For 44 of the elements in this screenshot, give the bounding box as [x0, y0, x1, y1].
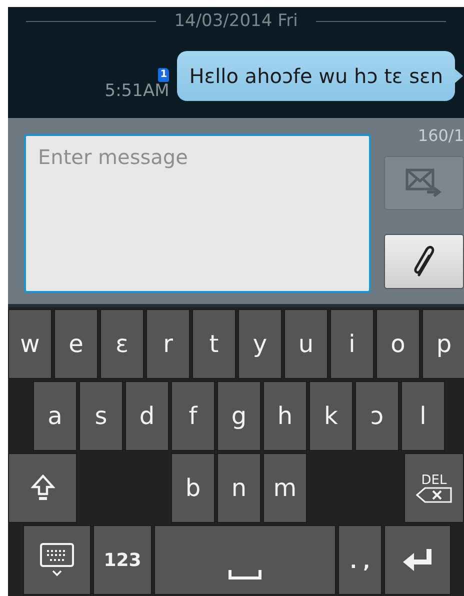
letter-key[interactable]: s — [79, 381, 123, 451]
shift-key[interactable] — [8, 453, 77, 523]
letter-key[interactable]: t — [192, 309, 236, 379]
keyboard-icon — [39, 542, 75, 578]
letter-key[interactable]: b — [171, 453, 215, 523]
enter-key[interactable] — [384, 525, 451, 595]
delete-label: DEL — [421, 474, 447, 486]
letter-key[interactable]: w — [8, 309, 52, 379]
letter-key[interactable]: i — [330, 309, 374, 379]
paperclip-icon — [411, 244, 437, 280]
bubble-tail — [455, 68, 463, 82]
letter-key[interactable]: k — [309, 381, 353, 451]
letter-key[interactable]: r — [146, 309, 190, 379]
keyboard-switch-key[interactable] — [23, 525, 91, 595]
letter-key[interactable]: g — [217, 381, 261, 451]
letter-key[interactable]: n — [217, 453, 261, 523]
letter-key[interactable]: a — [33, 381, 77, 451]
sim-badge: 1 — [158, 68, 170, 82]
letter-key[interactable]: m — [263, 453, 307, 523]
letter-key[interactable]: f — [171, 381, 215, 451]
letter-key[interactable]: o — [376, 309, 420, 379]
letter-key[interactable]: e — [54, 309, 98, 379]
message-time: 5:51AM — [104, 82, 170, 100]
date-header: 14/03/2014 Fri — [174, 10, 298, 33]
envelope-icon — [405, 168, 443, 198]
shift-icon — [30, 474, 54, 502]
enter-icon — [400, 547, 434, 573]
message-bubble[interactable]: Hɛllo ahoɔfe wu hɔ tɛ sɛn — [177, 50, 455, 100]
numbers-key[interactable]: 123 — [93, 525, 152, 595]
letter-key[interactable]: y — [238, 309, 282, 379]
character-counter: 160/1 — [418, 125, 464, 147]
letter-key[interactable]: l — [401, 381, 445, 451]
letter-key[interactable]: ɛ — [100, 309, 144, 379]
letter-key[interactable]: p — [422, 309, 464, 379]
backspace-icon — [416, 486, 452, 502]
delete-key[interactable]: DEL — [404, 453, 464, 523]
letter-key[interactable]: u — [284, 309, 328, 379]
message-input-field[interactable]: Enter message — [24, 134, 371, 293]
letter-key[interactable]: d — [125, 381, 169, 451]
punctuation-key[interactable]: . , — [338, 525, 382, 595]
attach-button[interactable] — [384, 234, 464, 289]
letter-key[interactable]: ɔ — [355, 381, 399, 451]
space-bar-icon — [228, 570, 262, 580]
letter-key[interactable]: h — [263, 381, 307, 451]
